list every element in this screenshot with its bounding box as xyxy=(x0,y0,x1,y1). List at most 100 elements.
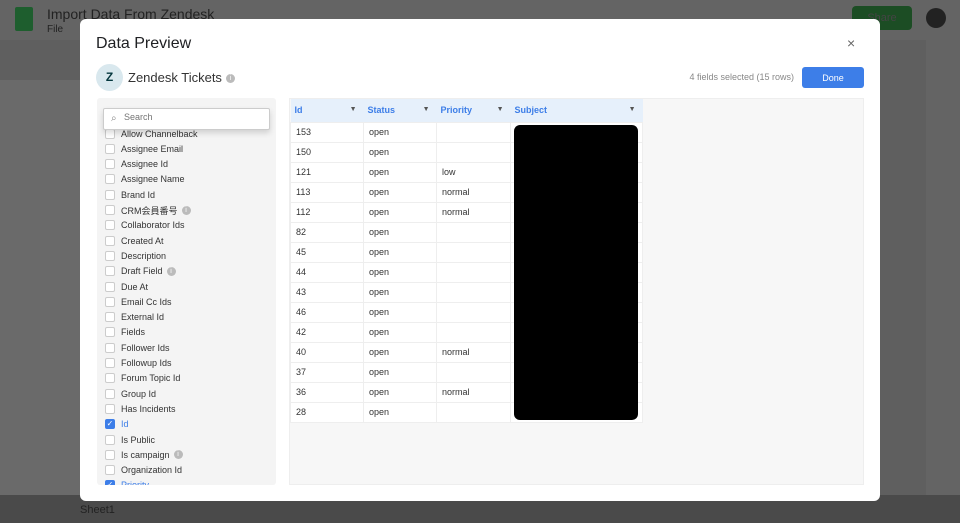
table-cell: 42 xyxy=(290,321,364,343)
redacted-subject-column xyxy=(514,125,638,420)
field-label: CRM会員番号 xyxy=(121,205,178,216)
table-cell: open xyxy=(363,241,437,263)
column-header[interactable]: Status ▼ xyxy=(363,99,437,122)
checkbox[interactable] xyxy=(105,143,115,154)
field-item[interactable]: Description xyxy=(105,248,166,263)
field-item[interactable]: Fields xyxy=(105,325,145,340)
field-item[interactable]: Email Cc Ids xyxy=(105,294,172,309)
checkbox[interactable] xyxy=(105,373,115,384)
table-cell: open xyxy=(363,321,437,343)
table-cell xyxy=(436,221,511,243)
info-icon[interactable]: i xyxy=(166,266,176,276)
done-button[interactable]: Done xyxy=(802,67,864,88)
table-cell xyxy=(436,281,511,303)
checkbox[interactable] xyxy=(105,220,115,231)
checkbox[interactable] xyxy=(105,388,115,399)
checkbox[interactable] xyxy=(105,159,115,170)
field-label: Has Incidents xyxy=(121,403,176,414)
checkbox[interactable]: ✓ xyxy=(105,419,115,430)
table-cell: 28 xyxy=(290,401,364,423)
dropdown-arrow-icon[interactable]: ▼ xyxy=(350,106,357,113)
table-cell xyxy=(436,301,511,323)
info-icon[interactable]: i xyxy=(173,450,183,460)
checkbox[interactable] xyxy=(105,266,115,277)
checkbox[interactable] xyxy=(105,296,115,307)
table-cell: 45 xyxy=(290,241,364,263)
field-item[interactable]: ✓ Id xyxy=(105,417,129,432)
field-item[interactable]: Has Incidents xyxy=(105,401,176,416)
checkbox[interactable] xyxy=(105,281,115,292)
info-icon[interactable]: i xyxy=(225,74,235,84)
table-cell: 153 xyxy=(290,121,364,143)
field-label: Description xyxy=(121,250,167,261)
field-item[interactable]: ✓ Priority xyxy=(105,478,149,485)
table-cell: 112 xyxy=(290,201,364,223)
field-list-panel: ⌕ Allow Channelback Assignee Email Assigne… xyxy=(97,98,276,485)
checkbox[interactable] xyxy=(105,128,115,139)
field-label: Brand Id xyxy=(121,189,156,200)
field-item[interactable]: Brand Id xyxy=(105,187,155,202)
checkbox[interactable] xyxy=(105,434,115,445)
field-item[interactable]: CRM会員番号 i xyxy=(105,203,191,218)
table-cell: open xyxy=(363,121,437,143)
field-item[interactable]: Created At xyxy=(105,233,164,248)
menu-file[interactable]: File xyxy=(47,24,63,35)
side-panel-bar xyxy=(926,40,960,500)
checkbox[interactable] xyxy=(105,342,115,353)
source-title: Zendesk Tickets i xyxy=(128,70,235,85)
column-header[interactable]: Id ▼ xyxy=(290,99,364,122)
checkbox[interactable] xyxy=(105,449,115,460)
checkbox[interactable] xyxy=(105,205,115,215)
field-item[interactable]: Is campaign i xyxy=(105,447,183,462)
field-label: Followup Ids xyxy=(121,358,172,368)
column-label: Priority xyxy=(440,105,473,116)
checkbox[interactable] xyxy=(105,235,115,246)
field-item[interactable]: External Id xyxy=(105,310,164,325)
field-item[interactable]: Is Public xyxy=(105,432,155,447)
checkbox[interactable] xyxy=(105,312,115,323)
dropdown-arrow-icon[interactable]: ▼ xyxy=(629,106,636,113)
checkbox[interactable]: ✓ xyxy=(105,480,115,485)
field-item[interactable]: Forum Topic Id xyxy=(105,371,180,386)
table-cell: normal xyxy=(436,181,511,203)
dropdown-arrow-icon[interactable]: ▼ xyxy=(423,106,430,113)
checkbox[interactable] xyxy=(105,465,115,476)
close-icon[interactable]: × xyxy=(847,35,855,51)
column-header[interactable]: Priority ▼ xyxy=(436,99,511,122)
field-item[interactable]: Followup Ids xyxy=(105,356,172,371)
checkbox[interactable] xyxy=(105,327,115,338)
field-item[interactable]: Group Id xyxy=(105,386,156,401)
sheet-tab[interactable]: Sheet1 xyxy=(80,504,115,516)
preview-table-area: Id ▼ Status ▼ Priority ▼ Subject ▼ 153 open 150 op… xyxy=(289,98,864,485)
field-item[interactable]: Follower Ids xyxy=(105,340,170,355)
field-item[interactable]: Due At xyxy=(105,279,148,294)
table-cell xyxy=(436,261,511,283)
field-item[interactable]: Assignee Id xyxy=(105,157,168,172)
search-box[interactable]: ⌕ xyxy=(103,108,270,130)
table-cell: 44 xyxy=(290,261,364,283)
table-cell: open xyxy=(363,261,437,283)
checkbox[interactable] xyxy=(105,403,115,414)
table-cell xyxy=(436,321,511,343)
field-item[interactable]: Collaborator Ids xyxy=(105,218,185,233)
info-icon[interactable]: i xyxy=(181,205,191,215)
sheets-logo-icon xyxy=(15,7,33,31)
field-item[interactable]: Assignee Name xyxy=(105,172,185,187)
checkbox[interactable] xyxy=(105,358,115,368)
field-item[interactable]: Assignee Email xyxy=(105,141,183,156)
field-label: Created At xyxy=(121,235,164,246)
avatar[interactable] xyxy=(926,8,946,28)
dropdown-arrow-icon[interactable]: ▼ xyxy=(497,106,504,113)
table-cell: 37 xyxy=(290,361,364,383)
table-cell: open xyxy=(363,141,437,163)
checkbox[interactable] xyxy=(105,250,115,261)
column-header[interactable]: Subject ▼ xyxy=(510,99,643,122)
field-item[interactable]: Organization Id xyxy=(105,463,182,478)
checkbox[interactable] xyxy=(105,174,115,185)
checkbox[interactable] xyxy=(105,189,115,200)
field-label: Assignee Name xyxy=(121,174,185,185)
field-item[interactable]: Draft Field i xyxy=(105,264,176,279)
search-input[interactable] xyxy=(124,112,264,122)
table-cell: open xyxy=(363,361,437,383)
field-label: Priority xyxy=(121,480,149,485)
